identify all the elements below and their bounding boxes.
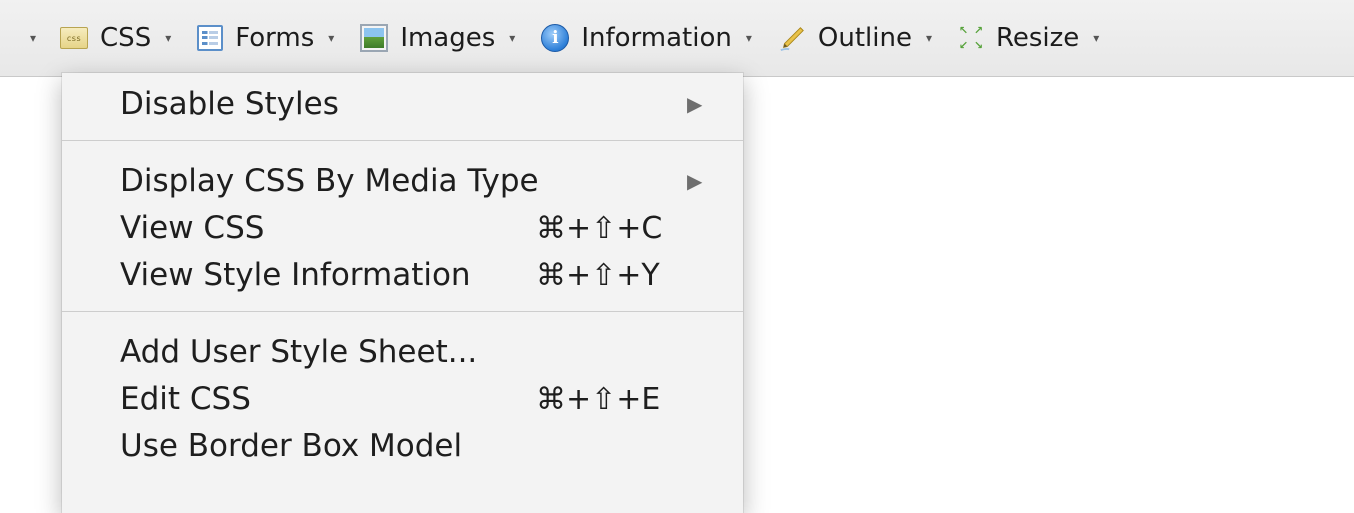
keyboard-shortcut: ⌘+⇧+C	[536, 211, 663, 246]
web-developer-toolbar: ▾ css CSS ▾ Forms ▾ Images ▾ i Informati…	[0, 0, 1354, 77]
menu-item-label: Edit CSS	[120, 381, 251, 417]
toolbar-outline-label: Outline	[817, 23, 912, 53]
submenu-arrow-icon: ▶	[687, 169, 703, 193]
toolbar-information-label: Information	[581, 23, 732, 53]
menu-item-use-border-box-model[interactable]: Use Border Box Model	[62, 423, 743, 470]
toolbar-resize-menu[interactable]: ↖ ↗ ↙ ↘ Resize ▾	[958, 23, 1099, 53]
css-dropdown-menu: Disable Styles ▶ Display CSS By Media Ty…	[62, 73, 743, 513]
menu-item-edit-css[interactable]: Edit CSS ⌘+⇧+E	[62, 376, 743, 423]
menu-item-disable-styles[interactable]: Disable Styles ▶	[62, 81, 743, 128]
chevron-down-icon: ▾	[1093, 31, 1100, 45]
toolbar-information-menu[interactable]: i Information ▾	[541, 23, 752, 53]
toolbar-images-menu[interactable]: Images ▾	[360, 23, 515, 53]
menu-item-label: View Style Information	[120, 257, 471, 293]
toolbar-forms-label: Forms	[235, 23, 315, 53]
images-icon	[360, 24, 389, 52]
forms-icon	[197, 25, 224, 51]
menu-item-add-user-style-sheet[interactable]: Add User Style Sheet...	[62, 329, 743, 376]
menu-separator	[62, 140, 743, 141]
menu-item-label: Display CSS By Media Type	[120, 163, 539, 199]
chevron-down-icon: ▾	[328, 31, 335, 45]
toolbar-css-label: CSS	[100, 23, 152, 53]
keyboard-shortcut: ⌘+⇧+Y	[536, 258, 660, 293]
toolbar-forms-menu[interactable]: Forms ▾	[197, 23, 334, 53]
toolbar-resize-label: Resize	[995, 23, 1080, 53]
menu-item-label: Disable Styles	[120, 86, 339, 122]
keyboard-shortcut: ⌘+⇧+E	[536, 382, 661, 417]
menu-item-display-css-by-media-type[interactable]: Display CSS By Media Type ▶	[62, 158, 743, 205]
chevron-down-icon: ▾	[745, 31, 752, 45]
submenu-arrow-icon: ▶	[687, 92, 703, 116]
css-icon: css	[60, 27, 89, 49]
chevron-down-icon: ▾	[925, 31, 932, 45]
menu-separator	[62, 311, 743, 312]
outline-pencil-icon	[778, 24, 806, 52]
resize-arrows-icon: ↖ ↗ ↙ ↘	[958, 24, 984, 52]
toolbar-outline-menu[interactable]: Outline ▾	[778, 23, 932, 53]
menu-item-view-css[interactable]: View CSS ⌘+⇧+C	[62, 205, 743, 252]
menu-item-label: Add User Style Sheet...	[120, 334, 478, 370]
toolbar-css-menu[interactable]: css CSS ▾	[60, 23, 171, 53]
information-icon: i	[541, 24, 570, 52]
menu-item-label: Use Border Box Model	[120, 428, 463, 464]
menu-item-label: View CSS	[120, 210, 265, 246]
toolbar-overflow-caret[interactable]: ▾	[30, 31, 36, 45]
chevron-down-icon: ▾	[165, 31, 172, 45]
toolbar-images-label: Images	[400, 23, 496, 53]
menu-item-view-style-information[interactable]: View Style Information ⌘+⇧+Y	[62, 252, 743, 299]
chevron-down-icon: ▾	[509, 31, 516, 45]
